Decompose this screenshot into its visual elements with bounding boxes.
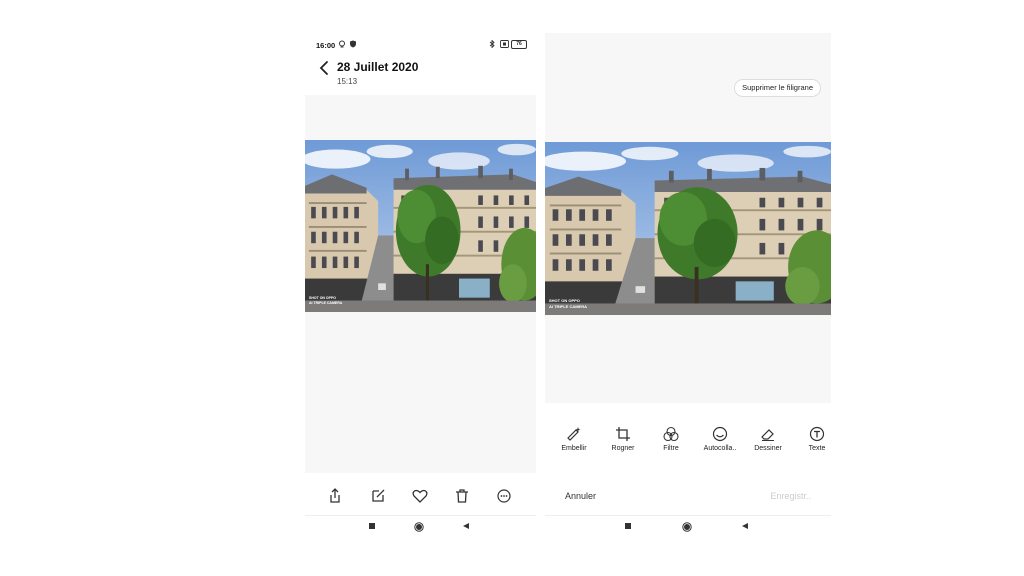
back-triangle-icon[interactable] bbox=[741, 522, 749, 530]
recents-square-icon[interactable] bbox=[368, 522, 376, 530]
tool-rogner[interactable]: Rogner bbox=[599, 426, 647, 462]
system-nav-bar bbox=[545, 518, 831, 538]
nav-divider bbox=[305, 515, 536, 516]
photo-watermark: SHOT ON OPPO AI TRIPLE CAMERA bbox=[309, 296, 342, 306]
watermark-line2: AI TRIPLE CAMERA bbox=[549, 303, 587, 309]
share-icon[interactable] bbox=[326, 487, 344, 505]
photo-image[interactable]: SHOT ON OPPO AI TRIPLE CAMERA bbox=[305, 140, 536, 312]
photo-editor-screen: Supprimer le filigrane SHOT ON OPPO AI T… bbox=[545, 33, 831, 538]
status-time: 16:00 bbox=[316, 41, 336, 50]
photo-toolbar bbox=[305, 479, 536, 511]
save-button[interactable]: Enregistr.. bbox=[770, 491, 811, 501]
magic-wand-icon bbox=[567, 427, 581, 441]
tool-label: Filtre bbox=[663, 445, 679, 452]
nav-divider bbox=[545, 515, 831, 516]
street-photo bbox=[545, 142, 831, 315]
photo-time-subtitle: 15:13 bbox=[337, 77, 358, 86]
tool-texte[interactable]: Texte bbox=[793, 426, 841, 462]
alarm-icon bbox=[339, 40, 345, 48]
system-nav-bar bbox=[305, 518, 536, 538]
watermark-line2: AI TRIPLE CAMERA bbox=[309, 301, 343, 305]
tool-label: Autocolla.. bbox=[703, 445, 737, 452]
tool-label: Texte bbox=[808, 445, 826, 452]
more-icon[interactable] bbox=[495, 487, 513, 505]
home-circle-icon[interactable] bbox=[682, 522, 692, 532]
crop-icon bbox=[616, 427, 630, 441]
filter-icon bbox=[663, 426, 679, 442]
text-icon bbox=[809, 426, 825, 442]
street-photo bbox=[305, 140, 536, 312]
nfc-icon bbox=[500, 40, 509, 48]
battery-icon: 76 bbox=[511, 40, 527, 49]
photo-watermark: SHOT ON OPPO AI TRIPLE CAMERA bbox=[549, 298, 587, 309]
sticker-icon bbox=[712, 426, 728, 442]
tool-label: Rogner bbox=[611, 445, 635, 452]
trash-icon[interactable] bbox=[453, 487, 471, 505]
cancel-button[interactable]: Annuler bbox=[565, 491, 596, 501]
gallery-viewer-screen: 16:00 76 28 Juillet 2020 15:13 SHOT ON O… bbox=[305, 33, 536, 538]
tool-label: Dessiner bbox=[754, 445, 782, 452]
editor-actions: Annuler Enregistr.. bbox=[545, 485, 831, 507]
status-bar: 16:00 76 bbox=[305, 33, 536, 55]
remove-watermark-button[interactable]: Supprimer le filigrane bbox=[734, 79, 821, 97]
tool-filtre[interactable]: Filtre bbox=[647, 426, 695, 462]
shield-icon bbox=[350, 40, 356, 48]
tool-dessiner[interactable]: Dessiner bbox=[744, 426, 792, 462]
editor-tools: Embellir Rogner Filtre Autocolla.. Dessi… bbox=[545, 426, 831, 462]
photo-header: 28 Juillet 2020 15:13 bbox=[305, 55, 536, 95]
editing-photo[interactable]: SHOT ON OPPO AI TRIPLE CAMERA bbox=[545, 142, 831, 315]
recents-square-icon[interactable] bbox=[624, 522, 632, 530]
edit-icon[interactable] bbox=[369, 487, 387, 505]
heart-icon[interactable] bbox=[411, 487, 429, 505]
back-arrow-icon[interactable] bbox=[317, 59, 333, 77]
tool-embellir[interactable]: Embellir bbox=[550, 426, 598, 462]
bluetooth-icon bbox=[489, 40, 495, 48]
back-triangle-icon[interactable] bbox=[462, 522, 470, 530]
home-circle-icon[interactable] bbox=[414, 522, 424, 532]
draw-icon bbox=[761, 429, 774, 441]
battery-level: 76 bbox=[516, 41, 522, 47]
tool-label: Embellir bbox=[561, 445, 587, 452]
tool-autocollant[interactable]: Autocolla.. bbox=[696, 426, 744, 462]
photo-date-title: 28 Juillet 2020 bbox=[337, 60, 419, 74]
